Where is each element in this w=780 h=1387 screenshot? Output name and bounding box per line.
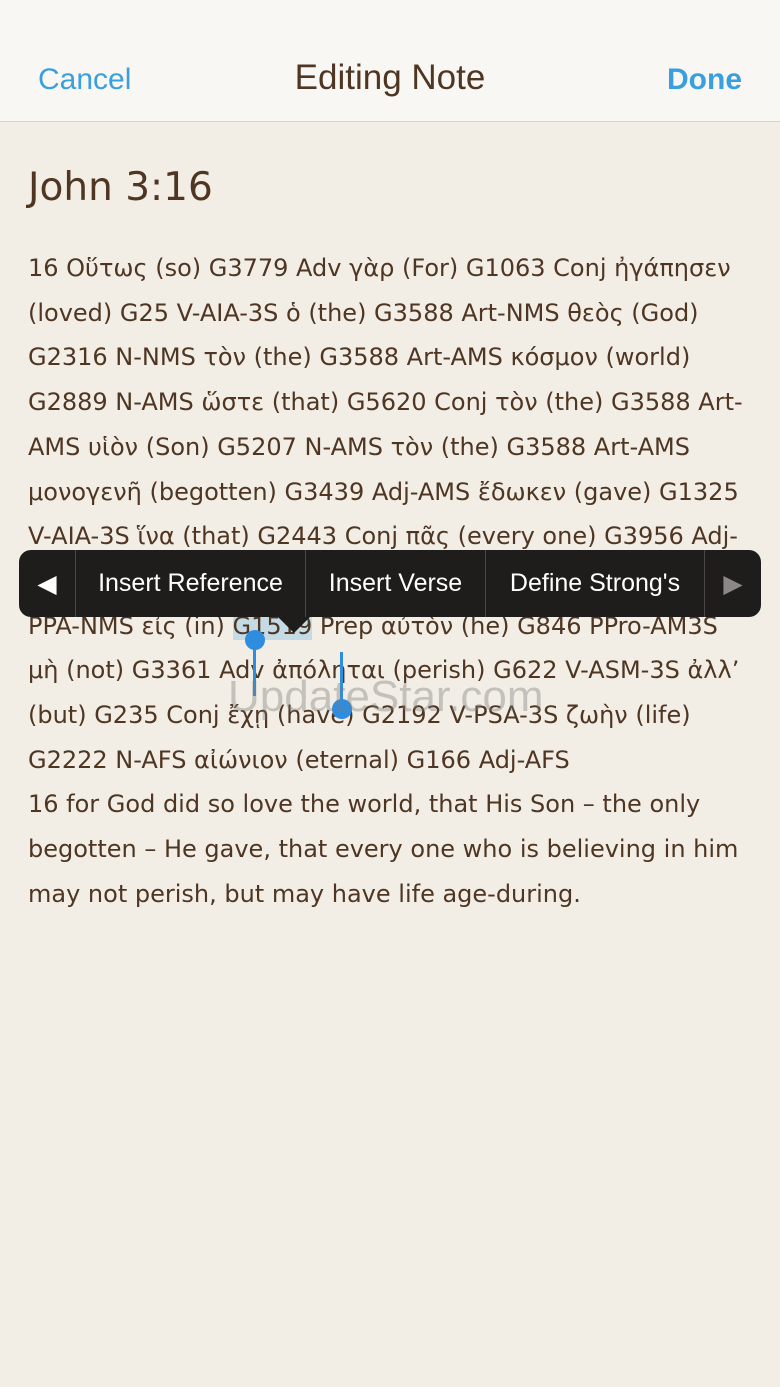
menu-prev-arrow-icon[interactable]: ◀ — [19, 550, 76, 617]
selection-end-handle[interactable] — [332, 699, 352, 719]
note-editor[interactable]: John 3:16 16 Οὕτως (so) G3779 Adv γὰρ (F… — [28, 160, 753, 917]
done-button[interactable]: Done — [667, 58, 742, 102]
selection-start-caret — [253, 648, 256, 696]
insert-reference-button[interactable]: Insert Reference — [76, 550, 306, 617]
selection-end-caret — [340, 652, 343, 702]
context-menu: ◀ Insert Reference Insert Verse Define S… — [19, 550, 761, 617]
translation-text: 16 for God did so love the world, that H… — [28, 790, 739, 908]
verse-reference-heading: John 3:16 — [28, 165, 213, 210]
selection-start-handle[interactable] — [245, 630, 265, 650]
page-title: Editing Note — [294, 58, 486, 97]
navigation-bar: Cancel Editing Note Done — [0, 0, 780, 122]
insert-verse-button[interactable]: Insert Verse — [306, 550, 486, 617]
menu-next-arrow-icon[interactable]: ▶ — [705, 550, 761, 617]
define-strongs-button[interactable]: Define Strong's — [486, 550, 705, 617]
context-menu-pointer — [278, 617, 310, 633]
